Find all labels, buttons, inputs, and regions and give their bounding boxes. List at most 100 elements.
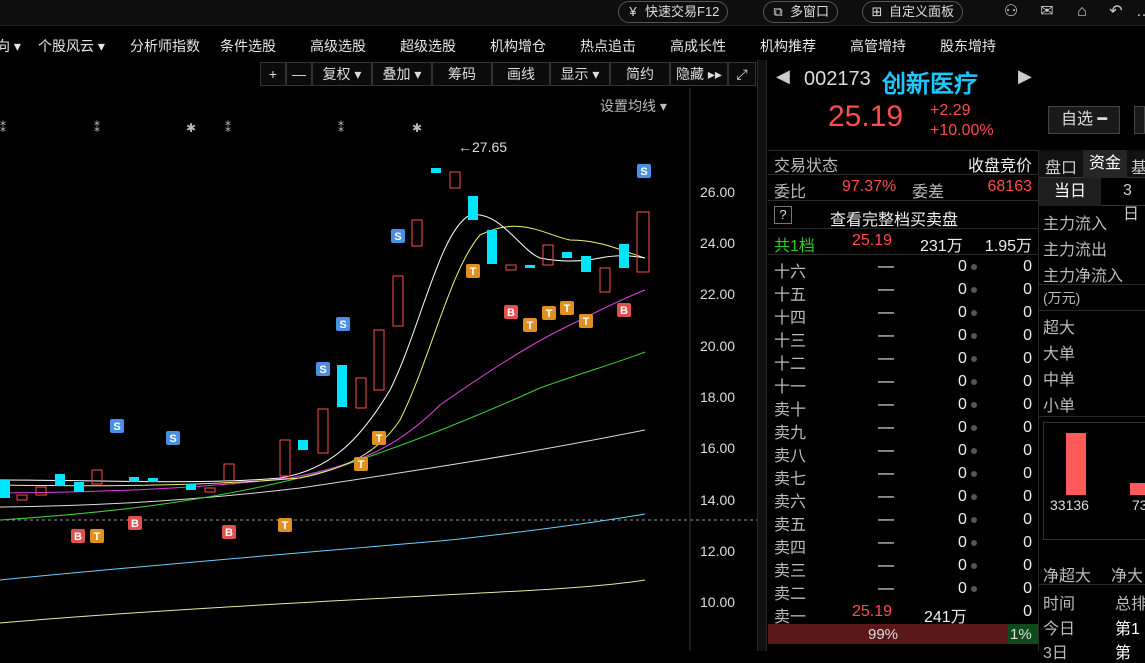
next-stock-icon[interactable]: ▶ [1018, 66, 1032, 87]
user-icon[interactable]: ⚇ [1000, 2, 1022, 22]
multi-window-button[interactable]: ⧉ 多窗口 [763, 1, 839, 23]
price-change-pct: +10.00% [930, 122, 994, 139]
svg-text:T: T [376, 433, 383, 445]
svg-text:S: S [169, 433, 176, 445]
kline-svg: S S S S S S B B B B B T T T T T T T T T … [0, 88, 757, 651]
candle [55, 474, 65, 486]
ask-row-12: 十二 —0 0 [774, 350, 1032, 373]
tab-today[interactable]: 当日 [1039, 178, 1101, 206]
svg-text:B: B [507, 307, 515, 319]
svg-text:T: T [546, 308, 553, 320]
expand-icon[interactable]: ⤢ [728, 62, 756, 86]
y-tick: 20.00 [700, 338, 736, 354]
ask-row-6: 卖六 —0 0 [774, 488, 1032, 511]
tab-zijin[interactable]: 资金 [1083, 150, 1127, 178]
ask-row-14: 十四 —0 0 [774, 304, 1032, 327]
trade-status-value: 收盘竞价 [967, 158, 1032, 175]
cat-big: 大单 [1043, 346, 1076, 363]
fuquan-dropdown[interactable]: 复权 ▾ [312, 62, 372, 86]
svg-text:✱: ✱ [186, 121, 196, 135]
full-book-link[interactable]: 查看完整档买卖盘 [830, 206, 958, 230]
candle [74, 482, 84, 492]
svg-text:T: T [564, 303, 571, 315]
quick-trade-button[interactable]: ¥ 快速交易F12 [618, 1, 729, 23]
bar-big-value: 739 [1132, 497, 1145, 513]
menu-item-institution-add[interactable]: 机构增仓 [490, 36, 546, 56]
candle [317, 408, 329, 454]
funds-panel: 盘口 资金 基 当日 3日 主力流入 主力流出 主力净流入 (万元) 超大 大单… [1038, 150, 1145, 662]
svg-text:T: T [358, 459, 365, 471]
custom-panel-button[interactable]: ⊞ 自定义面板 [862, 1, 964, 23]
svg-text:B: B [131, 518, 139, 530]
top-asterisks: ⁑ ⁑ ✱ ⁑ ⁑ ✱ [0, 120, 422, 135]
zoom-in-button[interactable]: + [260, 62, 286, 86]
svg-text:⁑: ⁑ [0, 120, 6, 135]
candle [505, 264, 517, 271]
more-button[interactable] [1134, 106, 1145, 134]
period-tabs: 当日 3日 [1039, 178, 1145, 223]
ask-row-9: 卖九 —0 0 [774, 419, 1032, 442]
menu-item-condition-pick[interactable]: 条件选股 [220, 36, 276, 56]
ratio-right: 1% [1010, 626, 1032, 643]
menu-item-hotspot[interactable]: 热点追击 [580, 36, 636, 56]
menu-item-holder-add[interactable]: 股东增持 [940, 36, 996, 56]
bar-super [1066, 433, 1086, 495]
back-icon[interactable]: ↶ [1105, 2, 1127, 22]
svg-text:T: T [583, 316, 590, 328]
chips-button[interactable]: 筹码 [432, 62, 492, 86]
full-book-row[interactable]: ? 查看完整档买卖盘 [768, 204, 1038, 230]
candle [619, 244, 629, 268]
menu-item-direction[interactable]: 向 ▾ [0, 36, 21, 56]
y-tick: 14.00 [700, 492, 736, 508]
simple-button[interactable]: 简约 [610, 62, 670, 86]
svg-text:⁑: ⁑ [338, 120, 344, 135]
display-dropdown[interactable]: 显示 ▾ [550, 62, 610, 86]
net-big-label: 净大 [1111, 568, 1144, 585]
svg-text:T: T [470, 266, 477, 278]
home-icon[interactable]: ⌂ [1071, 2, 1093, 22]
menu-item-institution-rec[interactable]: 机构推荐 [760, 36, 816, 56]
candle [355, 377, 367, 409]
svg-text:✱: ✱ [412, 121, 422, 135]
draw-line-button[interactable]: 画线 [492, 62, 550, 86]
help-icon[interactable]: ? [774, 206, 792, 224]
overlay-dropdown[interactable]: 叠加 ▾ [372, 62, 432, 86]
candle [204, 487, 216, 493]
y-axis: 26.00 24.00 22.00 20.00 18.00 16.00 14.0… [700, 88, 757, 651]
more-icon[interactable]: … [1133, 2, 1145, 22]
mail-icon[interactable]: ✉ [1036, 2, 1058, 22]
candle [91, 469, 103, 485]
ask-row-2: 卖二 —0 0 [774, 580, 1032, 603]
ma-line-20 [0, 289, 646, 494]
order-book: 交易状态 收盘竞价 委比 97.37% 委差 68163 ? 查看完整档买卖盘 … [768, 150, 1038, 651]
menu-item-exec-add[interactable]: 高管增持 [850, 36, 906, 56]
tab-3day[interactable]: 3日 [1123, 182, 1145, 224]
candle [581, 256, 591, 272]
svg-text:S: S [113, 421, 120, 433]
bar-super-value: 33136 [1050, 497, 1089, 513]
net-flow-chart: 33136 739 [1043, 422, 1145, 540]
watchlist-button[interactable]: 自选 ━ [1048, 106, 1120, 134]
menu-item-high-growth[interactable]: 高成长性 [670, 36, 726, 56]
menu-item-analyst-index[interactable]: 分析师指数 [130, 36, 200, 56]
hide-button[interactable]: 隐藏 ▸▸ [670, 62, 728, 86]
signal-markers: S S S S S S B B B B B T T T T T T T T T [71, 164, 651, 543]
candle [411, 219, 423, 247]
ask-row-13: 十三 —0 0 [774, 327, 1032, 350]
menu-item-advanced-pick[interactable]: 高级选股 [310, 36, 366, 56]
kline-chart[interactable]: S S S S S S B B B B B T T T T T T T T T … [0, 88, 757, 651]
candle [0, 480, 10, 498]
three-day-rank: 第 [1115, 645, 1132, 662]
panel-splitter[interactable] [757, 60, 767, 651]
menu-item-super-pick[interactable]: 超级选股 [400, 36, 456, 56]
total-rank-label: 总排 [1115, 596, 1145, 613]
ask-row-11: 十一 —0 0 [774, 373, 1032, 396]
menu-item-stock-news[interactable]: 个股风云 ▾ [38, 36, 105, 56]
candle [636, 211, 650, 273]
prev-stock-icon[interactable]: ◀ [776, 66, 790, 87]
svg-text:⁑: ⁑ [225, 120, 231, 135]
zoom-out-button[interactable]: — [286, 62, 312, 86]
tab-pankou[interactable]: 盘口 [1045, 154, 1077, 178]
tab-more[interactable]: 基 [1131, 154, 1145, 178]
top-bar: ¥快速交易F12 ⧉多窗口 ⊞自定义面板 ⚇ ✉ ⌂ ↶ … [0, 0, 1145, 26]
